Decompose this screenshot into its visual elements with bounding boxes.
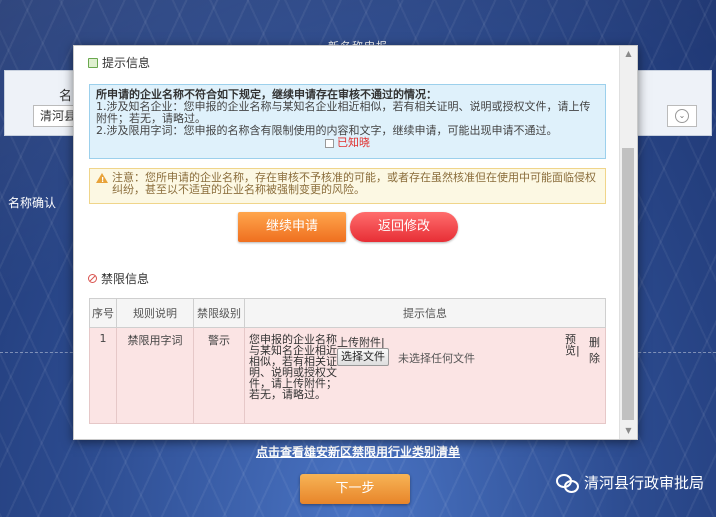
- row-level: 警示: [193, 327, 245, 424]
- scroll-down-icon[interactable]: ▼: [620, 423, 637, 439]
- form-label: 名: [59, 89, 73, 104]
- watermark-text: 清河县行政审批局: [583, 474, 704, 492]
- scroll-up-icon[interactable]: ▲: [620, 46, 637, 62]
- restriction-list-link[interactable]: 点击查看雄安新区禁限用行业类别清单: [0, 443, 716, 460]
- choose-file-button[interactable]: 选择文件: [337, 348, 389, 366]
- warning-icon: [96, 173, 108, 186]
- info-line-1: 1.涉及知名企业：您申报的企业名称与某知名企业相近相似，若有相关证明、说明或授权…: [96, 100, 591, 125]
- acknowledge-row[interactable]: 已知晓: [96, 137, 599, 149]
- header-tip: 提示信息: [244, 298, 606, 328]
- chevron-down-icon: ⌄: [675, 109, 689, 123]
- table-header-row: 序号 规则说明 禁限级别 提示信息: [89, 298, 606, 328]
- header-rule: 规则说明: [116, 298, 194, 328]
- acknowledge-label: 已知晓: [337, 136, 370, 149]
- warning-text: 注意：您所申请的企业名称，存在审核不予核准的可能，或者存在虽然核准但在使用中可能…: [112, 171, 596, 196]
- acknowledge-checkbox[interactable]: [325, 138, 334, 148]
- restriction-section-header: 禁限信息: [88, 270, 149, 287]
- preview-link[interactable]: 预览|: [565, 334, 580, 356]
- back-modify-button[interactable]: 返回修改: [350, 212, 458, 242]
- info-icon: [88, 57, 98, 68]
- header-level: 禁限级别: [193, 298, 245, 328]
- row-tip-text: 您申报的企业名称与某知名企业相近相似，若有相关证明、说明或授权文件，请上传附件；…: [249, 333, 337, 401]
- next-step-button[interactable]: 下一步: [300, 474, 410, 504]
- warning-dialog: 提示信息 所申请的企业名称不符合如下规定，继续申请存在审核不通过的情况： 1.涉…: [73, 45, 638, 440]
- table-row: 1 禁限用字词 警示 您申报的企业名称与某知名企业相近相似，若有相关证明、说明或…: [89, 327, 606, 424]
- row-tip-cell: 您申报的企业名称与某知名企业相近相似，若有相关证明、说明或授权文件，请上传附件；…: [244, 327, 606, 424]
- no-file-text: 未选择任何文件: [398, 352, 475, 365]
- info-box: 所申请的企业名称不符合如下规定，继续申请存在审核不通过的情况： 1.涉及知名企业…: [89, 84, 606, 159]
- vertical-scrollbar[interactable]: ▲ ▼: [619, 46, 637, 439]
- restriction-section-title: 禁限信息: [101, 272, 150, 286]
- row-rule: 禁限用字词: [116, 327, 194, 424]
- prompt-section-title: 提示信息: [102, 56, 151, 70]
- prompt-section-header: 提示信息: [88, 54, 150, 71]
- watermark: 清河县行政审批局: [555, 472, 704, 493]
- row-index: 1: [89, 327, 117, 424]
- name-confirm-label: 名称确认: [8, 196, 57, 210]
- right-select[interactable]: ⌄: [667, 105, 697, 127]
- forbidden-icon: [88, 274, 97, 283]
- dialog-content: 提示信息 所申请的企业名称不符合如下规定，继续申请存在审核不通过的情况： 1.涉…: [74, 46, 620, 439]
- delete-link[interactable]: 删除: [589, 334, 605, 366]
- warning-box: 注意：您所申请的企业名称，存在审核不予核准的可能，或者存在虽然核准但在使用中可能…: [89, 168, 606, 204]
- wechat-icon: [555, 473, 579, 493]
- scroll-thumb[interactable]: [622, 148, 634, 420]
- continue-apply-button[interactable]: 继续申请: [238, 212, 346, 242]
- header-index: 序号: [89, 298, 117, 328]
- restriction-table: 序号 规则说明 禁限级别 提示信息 1 禁限用字词 警示 您申报的企业名称与某知…: [89, 298, 606, 424]
